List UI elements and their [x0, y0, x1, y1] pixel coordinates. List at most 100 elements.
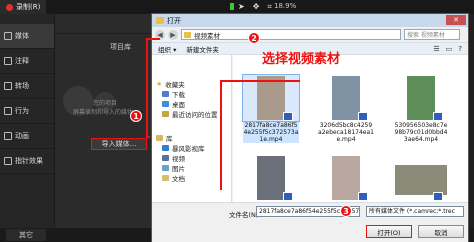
behavior-icon	[4, 107, 12, 115]
dialog-titlebar: 打开	[152, 14, 468, 27]
step-1-marker: 1	[130, 110, 142, 122]
library-icon	[156, 135, 163, 141]
preview-pane-icon[interactable]: ▭	[446, 45, 453, 53]
video-thumbnail	[393, 155, 449, 201]
filetype-select[interactable]: 所有媒体文件 (*.camrec;*.trec	[366, 206, 464, 217]
view-controls: ☰ ▭ ?	[433, 45, 468, 53]
search-input[interactable]: 搜索 视频素材	[404, 29, 460, 40]
sidebar-item-cursor-effects[interactable]: 指针效果	[0, 149, 54, 174]
file-item[interactable]	[393, 155, 449, 201]
videos-icon	[162, 155, 169, 161]
nav-label: 最近访问的位置	[172, 111, 218, 119]
sidebar-item-label: 注释	[15, 57, 29, 65]
tab-other[interactable]: 其它	[6, 229, 46, 241]
file-item[interactable]	[318, 155, 374, 201]
video-thumbnail	[318, 75, 374, 121]
import-media-button[interactable]: 导入媒体...	[91, 138, 147, 150]
thumbnail-image	[257, 156, 285, 200]
open-button[interactable]: 打开(O)	[366, 225, 412, 238]
video-thumbnail	[243, 155, 299, 201]
library-title: 项目库	[110, 43, 131, 51]
file-item[interactable]: 530956503e8c7e98b79c01d0bbd43ae64.mp4	[393, 75, 449, 143]
video-file-icon	[358, 112, 368, 121]
view-options-icon[interactable]: ☰	[433, 45, 439, 53]
record-button[interactable]: 录制(R)	[0, 0, 47, 14]
sidebar-item-label: 动画	[15, 132, 29, 140]
file-name: 530956503e8c7e98b79c01d0bbd43ae64.mp4	[394, 122, 448, 143]
cancel-button[interactable]: 取消	[418, 225, 464, 238]
breadcrumb: 视频素材	[194, 31, 220, 40]
file-name: 2817fa8ce7a86f54e255f5c372573a1e.mp4	[243, 122, 299, 143]
sidebar-item-label: 指针效果	[15, 157, 43, 165]
step-2-marker: 2	[248, 32, 260, 44]
zoom-readout[interactable]: 18.9%	[274, 2, 296, 10]
video-thumbnail	[318, 155, 374, 201]
animation-icon	[4, 132, 12, 140]
folder-icon	[156, 17, 164, 24]
toolbar: ➤ ✥ ⌗	[228, 2, 272, 12]
help-icon[interactable]: ?	[458, 45, 462, 53]
library-hint: 屏幕录制和导入的媒体	[73, 109, 134, 116]
desktop-icon	[162, 101, 169, 107]
sidebar-item-transitions[interactable]: 转场	[0, 74, 54, 99]
video-file-icon	[433, 192, 443, 201]
library-hint: 您的项目	[93, 100, 118, 107]
selection-outline	[220, 80, 222, 190]
transition-icon	[4, 82, 12, 90]
sidebar-item-behaviors[interactable]: 行为	[0, 99, 54, 124]
nav-label: 文档	[172, 175, 185, 183]
nav-label: 视频	[172, 155, 185, 163]
file-list: 2817fa8ce7a86f54e255f5c372573a1e.mp4 320…	[233, 55, 468, 202]
thumbnail-image	[395, 165, 447, 195]
nav-label: 下载	[172, 91, 185, 99]
thumbnail-image	[257, 76, 285, 120]
recent-places-icon	[162, 111, 169, 117]
new-folder-button[interactable]: 新建文件夹	[186, 44, 219, 54]
cursor-effect-icon	[4, 157, 12, 165]
nav-label: 图片	[172, 165, 185, 173]
video-file-icon	[283, 192, 293, 201]
sidebar-item-animations[interactable]: 动画	[0, 124, 54, 149]
record-label: 录制(R)	[16, 3, 41, 11]
instruction-caption: 选择视频素材	[262, 52, 341, 67]
callout-line	[146, 38, 148, 138]
media-icon	[4, 32, 12, 40]
download-icon	[162, 91, 169, 97]
thumbnail-image	[407, 76, 435, 120]
sidebar-item-media[interactable]: 媒体	[0, 24, 54, 49]
organize-button[interactable]: 组织 ▾	[158, 44, 176, 54]
video-library-icon	[162, 145, 169, 151]
thumbnail-image	[332, 156, 360, 200]
folder-icon	[184, 31, 191, 38]
selection-outline	[220, 80, 300, 82]
callout-line	[146, 136, 150, 138]
video-file-icon	[433, 112, 443, 121]
forward-icon[interactable]: ▶	[168, 29, 178, 40]
documents-icon	[162, 175, 169, 181]
nav-label: 库	[166, 135, 173, 143]
video-file-icon	[358, 192, 368, 201]
pan-icon[interactable]: ✥	[253, 2, 260, 12]
file-item[interactable]	[243, 155, 299, 201]
callout-line	[146, 38, 160, 40]
crop-icon[interactable]: ⌗	[267, 2, 272, 12]
file-item[interactable]: 3206d5bc8c4259a2ebeca18174ea1e.mp4	[318, 75, 374, 143]
dialog-footer: 文件名(N): 2817fa8ce7a86f54e255f5c372573a1e…	[152, 202, 468, 242]
close-button[interactable]: ✕	[446, 15, 466, 25]
annotation-icon	[4, 57, 12, 65]
sidebar-item-label: 媒体	[15, 32, 29, 40]
nav-label: 收藏夹	[165, 81, 185, 89]
record-icon	[6, 3, 13, 11]
sidebar-item-label: 转场	[15, 82, 29, 90]
address-bar[interactable]: 视频素材	[181, 29, 401, 40]
file-name: 3206d5bc8c4259a2ebeca18174ea1e.mp4	[318, 122, 374, 143]
sidebar-item-annotations[interactable]: 注释	[0, 49, 54, 74]
video-thumbnail	[393, 75, 449, 121]
tools-sidebar: 媒体 注释 转场 行为 动画 指针效果	[0, 14, 54, 242]
step-3-marker: 3	[340, 205, 352, 217]
address-row: ◀ ▶ 视频素材 搜索 视频素材	[152, 27, 468, 42]
file-item[interactable]: 2817fa8ce7a86f54e255f5c372573a1e.mp4	[242, 74, 300, 143]
dialog-title: 打开	[167, 16, 181, 25]
pointer-icon[interactable]: ➤	[238, 2, 245, 12]
nav-label: 桌面	[172, 101, 185, 109]
